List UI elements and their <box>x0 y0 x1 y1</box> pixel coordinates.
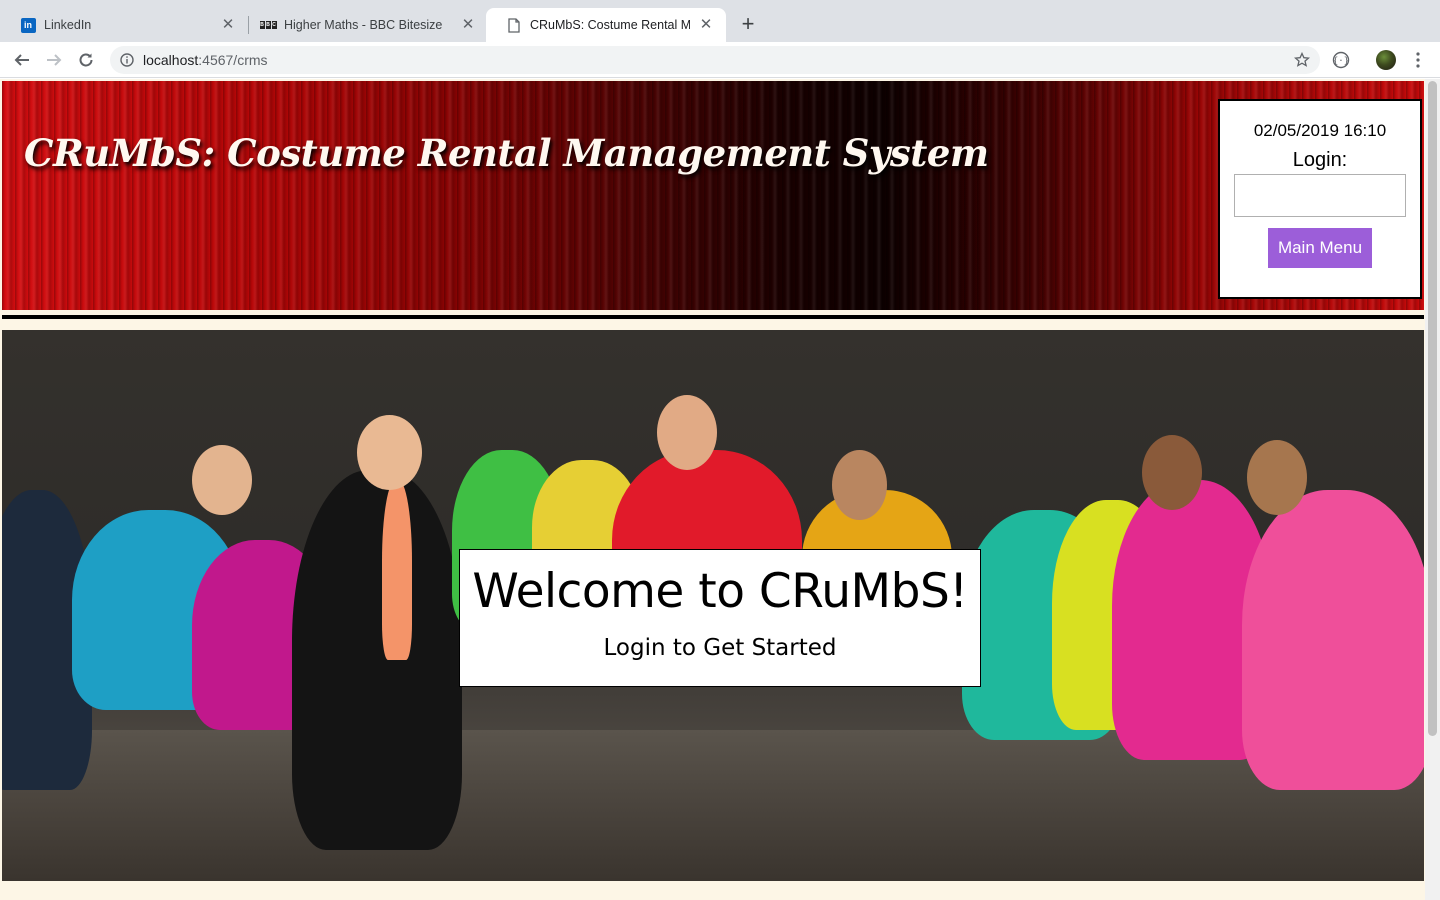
reload-icon[interactable] <box>74 48 98 72</box>
dancer-figure <box>382 480 412 660</box>
url-path: :4567/crms <box>198 52 268 68</box>
browser-menu-icon[interactable] <box>1408 50 1428 70</box>
url-host: localhost <box>143 52 199 68</box>
scrollbar-thumb[interactable] <box>1428 81 1437 736</box>
tab-crumbs[interactable]: CRuMbS: Costume Rental Man ✕ <box>486 8 726 42</box>
site-title: CRuMbS: Costume Rental Management System <box>24 131 989 175</box>
browser-toolbar: localhost:4567/crms {·} <box>0 42 1440 78</box>
dancer-head <box>832 450 887 520</box>
login-panel: 02/05/2019 16:10 Login: Main Menu <box>1218 99 1422 299</box>
page-scrollbar[interactable] <box>1425 79 1440 900</box>
close-tab-icon[interactable]: ✕ <box>698 17 714 33</box>
new-tab-icon[interactable]: + <box>738 13 758 35</box>
welcome-title: Welcome to CRuMbS! <box>472 564 968 619</box>
site-header: CRuMbS: Costume Rental Management System… <box>2 81 1424 310</box>
forward-icon[interactable] <box>42 48 66 72</box>
welcome-subtitle: Login to Get Started <box>603 635 837 661</box>
page-viewport: CRuMbS: Costume Rental Management System… <box>0 79 1440 900</box>
dancer-head <box>192 445 252 515</box>
login-label: Login: <box>1292 149 1348 171</box>
close-tab-icon[interactable]: ✕ <box>220 17 236 33</box>
close-tab-icon[interactable]: ✕ <box>460 17 476 33</box>
tab-title: CRuMbS: Costume Rental Man <box>530 18 690 32</box>
url-text: localhost:4567/crms <box>143 52 268 68</box>
welcome-box: Welcome to CRuMbS! Login to Get Started <box>459 549 981 687</box>
dancer-head <box>357 415 422 490</box>
dancer-head <box>1247 440 1307 515</box>
bbc-icon: BBC <box>259 21 277 29</box>
tab-bbc-bitesize[interactable]: BBC Higher Maths - BBC Bitesize ✕ <box>240 8 488 42</box>
page-icon <box>506 17 522 33</box>
login-input[interactable] <box>1234 174 1406 217</box>
profile-avatar-icon[interactable] <box>1376 50 1396 70</box>
tab-title: LinkedIn <box>44 18 92 32</box>
svg-text:{·}: {·} <box>1333 57 1349 67</box>
back-icon[interactable] <box>10 48 34 72</box>
hero-image: Welcome to CRuMbS! Login to Get Started <box>2 330 1424 881</box>
dancer-head <box>1142 435 1202 510</box>
dancer-figure <box>292 470 462 850</box>
extension-icon[interactable]: {·} <box>1331 50 1351 70</box>
browser-tab-strip: in LinkedIn ✕ BBC Higher Maths - BBC Bit… <box>0 0 1440 42</box>
linkedin-icon: in <box>20 17 36 33</box>
tab-title: Higher Maths - BBC Bitesize <box>284 18 443 32</box>
info-icon[interactable] <box>120 53 134 67</box>
dancer-head <box>657 395 717 470</box>
address-bar[interactable]: localhost:4567/crms <box>110 46 1320 74</box>
header-divider <box>2 315 1424 319</box>
tab-linkedin[interactable]: in LinkedIn ✕ <box>0 8 248 42</box>
main-menu-button[interactable]: Main Menu <box>1268 228 1372 268</box>
bookmark-star-icon[interactable] <box>1294 52 1310 68</box>
dancer-figure <box>1242 490 1424 790</box>
current-datetime: 02/05/2019 16:10 <box>1253 121 1387 140</box>
